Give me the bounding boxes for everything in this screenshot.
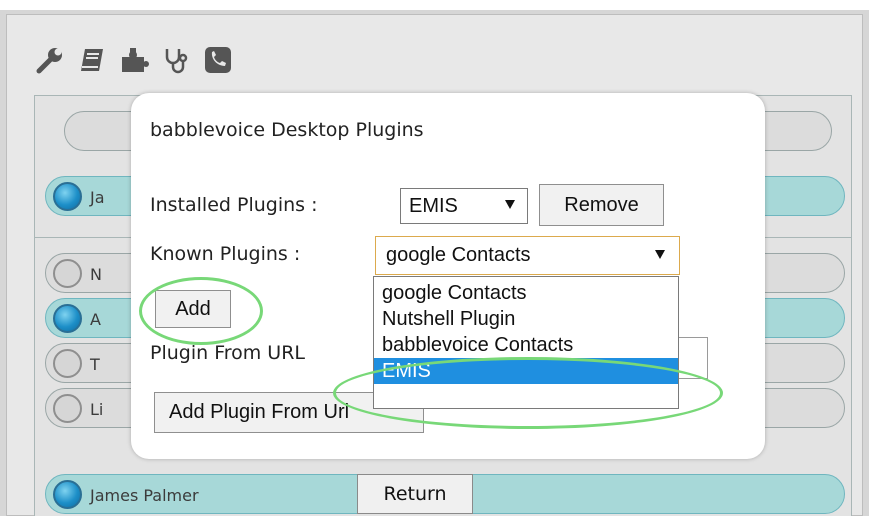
contact-name: Li bbox=[90, 400, 104, 419]
dropdown-option[interactable]: google Contacts bbox=[374, 280, 678, 306]
highlight-circle bbox=[139, 277, 263, 345]
status-dot bbox=[53, 259, 82, 288]
known-plugins-select[interactable]: google Contacts bbox=[375, 236, 680, 275]
remove-button[interactable]: Remove bbox=[539, 184, 664, 226]
dropdown-option[interactable]: Nutshell Plugin bbox=[374, 306, 678, 332]
plugin-url-label: Plugin From URL bbox=[150, 342, 306, 364]
contact-name: T bbox=[90, 355, 100, 374]
highlight-circle bbox=[333, 357, 723, 429]
dialog-title: babblevoice Desktop Plugins bbox=[150, 119, 424, 141]
status-dot bbox=[53, 349, 82, 378]
app-window: Ja N A T Li James Palmer Return babblevo… bbox=[0, 0, 869, 516]
status-dot bbox=[53, 480, 82, 509]
phone-icon[interactable] bbox=[202, 44, 234, 76]
wrench-icon[interactable] bbox=[34, 44, 66, 76]
dropdown-option[interactable]: babblevoice Contacts bbox=[374, 332, 678, 358]
contact-name: James Palmer bbox=[90, 486, 199, 505]
book-icon[interactable] bbox=[76, 44, 108, 76]
chevron-down-icon bbox=[655, 250, 665, 259]
installed-plugins-label: Installed Plugins : bbox=[150, 194, 318, 216]
contact-name: A bbox=[90, 310, 101, 329]
chevron-down-icon bbox=[505, 200, 515, 209]
installed-plugins-select[interactable]: EMIS bbox=[400, 188, 528, 224]
status-dot bbox=[53, 182, 82, 211]
status-dot bbox=[53, 304, 82, 333]
stethoscope-icon[interactable] bbox=[160, 44, 192, 76]
known-plugins-label: Known Plugins : bbox=[150, 243, 301, 265]
return-button[interactable]: Return bbox=[357, 474, 473, 514]
contact-name: Ja bbox=[90, 188, 105, 207]
contact-name: N bbox=[90, 265, 102, 284]
status-dot bbox=[53, 394, 82, 423]
known-plugins-value: google Contacts bbox=[386, 244, 531, 266]
puzzle-icon[interactable] bbox=[118, 44, 150, 76]
installed-plugins-value: EMIS bbox=[409, 195, 458, 217]
icon-toolbar bbox=[34, 40, 234, 80]
